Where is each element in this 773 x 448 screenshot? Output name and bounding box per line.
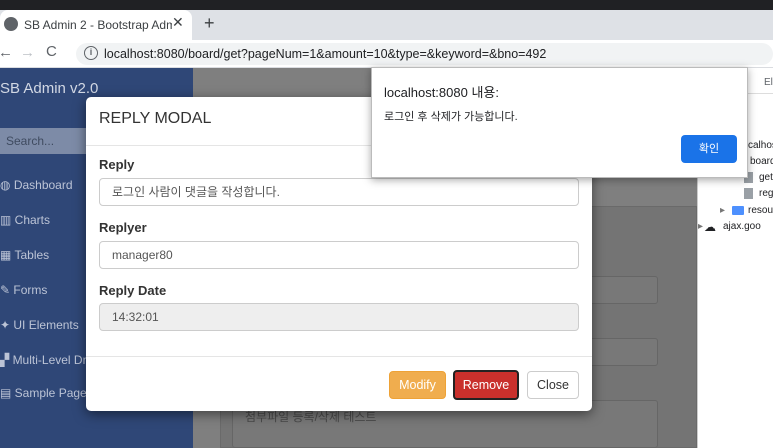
wrench-icon: ✦: [0, 318, 14, 332]
replyer-label: Replyer: [99, 220, 147, 235]
globe-icon: [4, 17, 18, 31]
sidebar-item-ui-elements[interactable]: ✦ UI Elements: [0, 318, 79, 332]
sitemap-icon: ▞: [0, 353, 13, 367]
modify-button[interactable]: Modify: [389, 371, 446, 399]
files-icon: ▤: [0, 386, 15, 400]
back-icon[interactable]: ←: [0, 44, 13, 61]
sidebar-item-tables[interactable]: ▦ Tables: [0, 248, 49, 262]
info-icon[interactable]: i: [84, 46, 98, 60]
tab-title: SB Admin 2 - Bootstrap Admin: [24, 18, 172, 32]
devtools-tree-item[interactable]: ajax.goo: [723, 221, 761, 232]
alert-ok-button[interactable]: 확인: [681, 135, 737, 163]
close-button[interactable]: Close: [527, 371, 579, 399]
dashboard-icon: ◍: [0, 178, 14, 192]
reply-date-input: 14:32:01: [99, 303, 579, 331]
alert-message: 로그인 후 삭제가 가능합니다.: [384, 111, 518, 123]
bar-chart-icon: ▥: [0, 213, 15, 227]
alert-title: localhost:8080 내용:: [384, 85, 499, 100]
expand-arrow-icon[interactable]: ▸: [698, 221, 703, 232]
file-icon: [744, 188, 753, 199]
url-text[interactable]: localhost:8080/board/get?pageNum=1&amoun…: [104, 47, 546, 61]
sidebar-item-dashboard[interactable]: ◍ Dashboard: [0, 178, 73, 192]
remove-button[interactable]: Remove: [453, 370, 519, 400]
new-tab-icon[interactable]: +: [204, 13, 215, 34]
folder-icon: [732, 206, 744, 215]
replyer-input[interactable]: manager80: [99, 241, 579, 269]
cloud-icon: ☁: [704, 220, 716, 234]
devtools-tree-item[interactable]: calhos: [748, 140, 773, 151]
table-icon: ▦: [0, 248, 15, 262]
modal-footer-divider: [86, 356, 592, 357]
window-top-strip: [0, 0, 773, 10]
expand-arrow-icon[interactable]: ▸: [720, 205, 725, 216]
sidebar-search-placeholder: Search...: [6, 134, 55, 148]
devtools-tree-item[interactable]: board: [750, 156, 773, 167]
tab-close-icon[interactable]: ✕: [172, 14, 184, 31]
devtools-tree-item[interactable]: reg: [759, 188, 773, 199]
sidebar-item-forms[interactable]: ✎ Forms: [0, 283, 47, 297]
reload-icon[interactable]: C: [46, 43, 57, 60]
devtools-tree-item[interactable]: get: [759, 172, 773, 183]
sidebar-item-sample-pages[interactable]: ▤ Sample Pages: [0, 386, 93, 400]
devtools-tree-item[interactable]: resou: [748, 205, 773, 216]
sidebar-item-charts[interactable]: ▥ Charts: [0, 213, 50, 227]
brand-title[interactable]: SB Admin v2.0: [0, 80, 98, 97]
sidebar-item-multi-level[interactable]: ▞ Multi-Level Dr: [0, 353, 87, 367]
reply-date-label: Reply Date: [99, 283, 167, 298]
reply-label: Reply: [99, 157, 135, 172]
devtools-elements-tab[interactable]: El: [764, 77, 773, 88]
modal-title: REPLY MODAL: [99, 110, 212, 127]
forward-icon[interactable]: →: [20, 44, 35, 61]
reply-input[interactable]: 로그인 사람이 댓글을 작성합니다.: [99, 178, 579, 206]
edit-icon: ✎: [0, 283, 14, 297]
